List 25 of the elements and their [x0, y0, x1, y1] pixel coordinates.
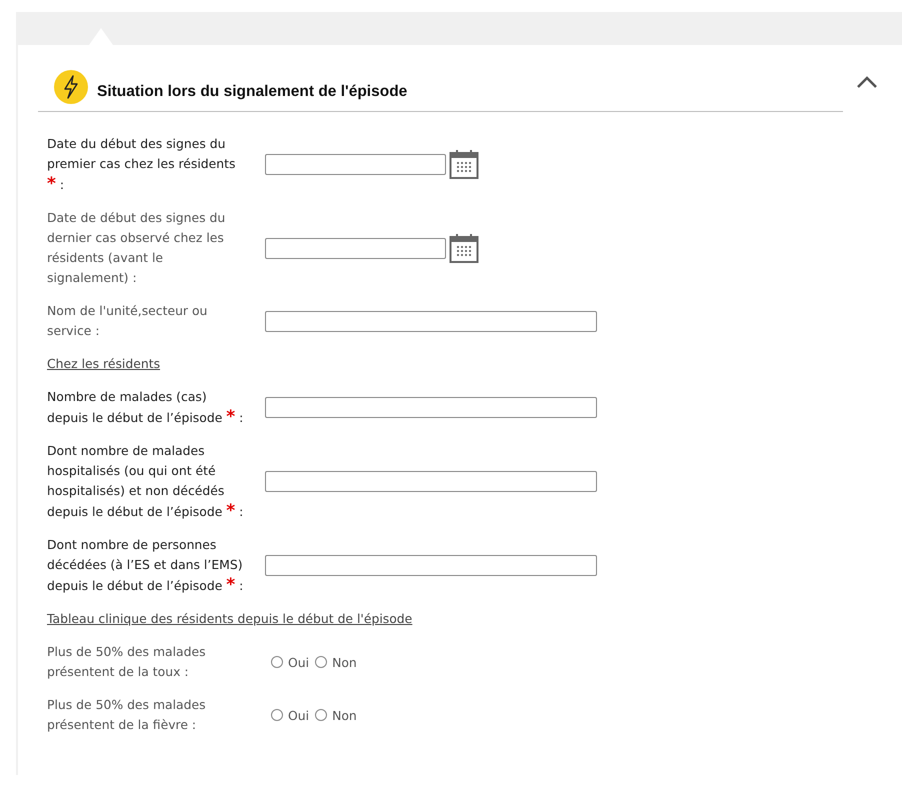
field-label: Plus de 50% des malades présentent de la toux :	[47, 643, 207, 681]
lightning-icon	[54, 70, 88, 104]
radio-option[interactable]: Oui	[271, 654, 310, 670]
field-label: Dont nombre de malades hospitalisés (ou qui ont été hospitalisés) et non décédés depuis le début de l’épisode * :	[47, 442, 244, 522]
subsection-heading: Chez les résidents	[47, 355, 160, 373]
field-label: Date du début des signes du premier cas chez les résidents * :	[47, 135, 236, 195]
field-label: Date de début des signes du dernier cas observé chez les résidents (avant le signalement) :	[47, 209, 226, 287]
text-field[interactable]	[265, 471, 597, 492]
date-field[interactable]	[265, 154, 446, 175]
text-field[interactable]	[265, 397, 597, 418]
field-label: Nom de l'unité,secteur ou service :	[47, 302, 208, 340]
radio-option[interactable]: Non	[315, 654, 357, 670]
field-label: Dont nombre de personnes décédées (à l’ES et dans l’EMS) depuis le début de l’épisode * :	[47, 536, 244, 596]
calendar-icon[interactable]	[449, 149, 479, 180]
radio-option[interactable]: Non	[315, 708, 357, 722]
radio-option[interactable]: Oui	[271, 708, 310, 722]
field-label: Nombre de malades (cas) depuis le début de l’épisode * :	[47, 388, 244, 428]
subsection-heading: Tableau clinique des résidents depuis le début de l'épisode	[47, 610, 412, 628]
calendar-icon[interactable]	[449, 232, 479, 264]
section-title: Situation lors du signalement de l'épisode	[97, 82, 408, 101]
date-field[interactable]	[265, 238, 446, 258]
text-field[interactable]	[265, 310, 597, 332]
field-label: Plus de 50% des malades présentent de la fièvre :	[47, 696, 207, 734]
collapse-icon[interactable]	[856, 75, 878, 89]
text-field[interactable]	[265, 555, 597, 576]
